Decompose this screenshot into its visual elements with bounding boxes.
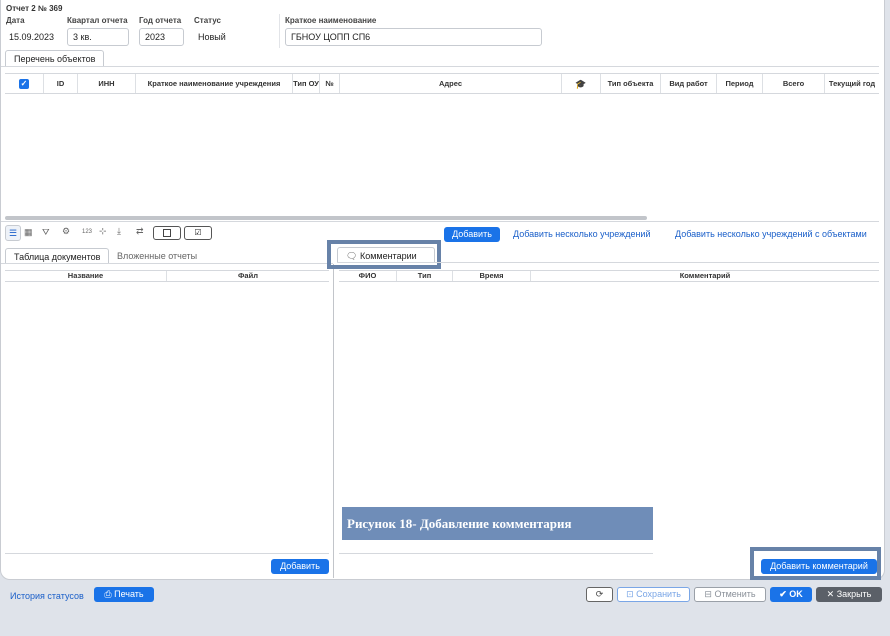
status-value: Новый <box>198 32 226 42</box>
docs-tab-underline <box>1 263 333 264</box>
ok-button[interactable]: ✔ OK <box>770 587 812 602</box>
save-button-label: Сохранить <box>636 589 681 599</box>
figure-caption: Рисунок 18- Добавление комментария <box>342 507 653 540</box>
add-many-objects-link[interactable]: Добавить несколько учреждений с объектам… <box>675 229 867 239</box>
col-fio[interactable]: ФИО <box>339 271 397 281</box>
col-period[interactable]: Период <box>717 74 763 93</box>
report-title: Отчет 2 № 369 <box>6 4 63 13</box>
col-type[interactable]: Тип <box>397 271 453 281</box>
pin-icon[interactable]: ⊹ <box>99 226 107 237</box>
counter-icon[interactable]: 123 <box>82 229 92 235</box>
print-button-label: Печать <box>114 589 144 599</box>
splitter[interactable] <box>333 264 334 578</box>
reload-icon: ⟳ <box>595 589 604 599</box>
shortname-input[interactable]: ГБНОУ ЦОПП СП6 <box>285 28 542 46</box>
col-work-type[interactable]: Вид работ <box>661 74 717 93</box>
cancel-button-label: Отменить <box>714 589 756 599</box>
quarter-select[interactable]: 3 кв. <box>67 28 129 46</box>
close-button[interactable]: ✕ Закрыть <box>816 587 882 602</box>
ok-button-label: OK <box>789 589 803 599</box>
close-icon: ✕ <box>826 589 835 599</box>
reload-button[interactable]: ⟳ <box>586 587 613 602</box>
year-input[interactable]: 2023 <box>139 28 184 46</box>
square-toggle-button[interactable] <box>153 226 181 240</box>
report-dialog: Отчет 2 № 369 Дата 15.09.2023 Квартал от… <box>0 0 885 580</box>
date-value[interactable]: 15.09.2023 <box>9 32 54 42</box>
square-icon <box>163 229 171 237</box>
check-toggle-button[interactable]: ☑ <box>184 226 212 240</box>
cancel-button[interactable]: ⊟ Отменить <box>694 587 766 602</box>
cancel-icon: ⊟ <box>704 589 712 599</box>
col-number[interactable]: № <box>320 74 340 93</box>
checkbox-icon: ☑ <box>194 228 202 237</box>
status-history-link[interactable]: История статусов <box>10 591 84 601</box>
tab-objects[interactable]: Перечень объектов <box>5 50 105 66</box>
objects-table-header: ✓ ID ИНН Краткое наименование учреждения… <box>5 73 879 94</box>
col-comment[interactable]: Комментарий <box>531 271 879 281</box>
objects-scrollbar[interactable] <box>5 216 647 220</box>
tab-comments-label: Комментарии <box>359 251 417 261</box>
col-total[interactable]: Всего <box>763 74 825 93</box>
filter-icon[interactable]: ⛛ <box>42 227 50 238</box>
check-icon: ✔ <box>779 589 787 599</box>
save-button[interactable]: ⊡ Сохранить <box>617 587 690 602</box>
add-comment-button[interactable]: Добавить комментарий <box>761 559 877 574</box>
col-doc-name[interactable]: Название <box>5 271 167 281</box>
col-time[interactable]: Время <box>453 271 531 281</box>
col-ou-type[interactable]: Тип ОУ <box>293 74 320 93</box>
add-institution-button[interactable]: Добавить <box>444 227 500 242</box>
graduation-cap-icon: 🎓 <box>575 78 587 89</box>
save-icon: ⊡ <box>626 589 634 599</box>
add-document-button[interactable]: Добавить <box>271 559 329 574</box>
col-address[interactable]: Адрес <box>340 74 562 93</box>
tab-nested-reports[interactable]: Вложенные отчеты <box>111 248 203 264</box>
select-all-checkbox[interactable]: ✓ <box>19 78 29 89</box>
docs-footer-divider <box>5 553 329 554</box>
docs-table-header: Название Файл <box>5 270 329 282</box>
refresh-icon[interactable]: ⇄ <box>136 226 144 237</box>
date-label: Дата <box>6 16 25 25</box>
list-view-icon[interactable]: ☰ <box>5 225 21 241</box>
status-label: Статус <box>194 16 221 25</box>
comments-icon: 🗨 <box>346 251 358 261</box>
year-label: Год отчета <box>139 16 182 25</box>
tab-docs[interactable]: Таблица документов <box>5 248 110 264</box>
quarter-label: Квартал отчета <box>67 16 128 25</box>
tab-underline <box>1 66 879 67</box>
col-id[interactable]: ID <box>44 74 78 93</box>
shortname-label: Краткое наименование <box>285 16 377 25</box>
window-bottom <box>0 606 890 636</box>
grid-view-icon[interactable]: ▦ <box>24 227 33 238</box>
col-doc-file[interactable]: Файл <box>167 271 329 281</box>
settings-icon[interactable]: ⚙ <box>62 226 70 237</box>
col-cap[interactable]: 🎓 <box>562 74 601 93</box>
close-button-label: Закрыть <box>836 589 872 599</box>
printer-icon: ⎙ <box>104 589 112 599</box>
comments-footer-divider <box>339 553 653 554</box>
col-inn[interactable]: ИНН <box>78 74 136 93</box>
objects-divider <box>1 221 879 222</box>
comments-table-header: ФИО Тип Время Комментарий <box>339 270 879 282</box>
download-icon[interactable]: ⤓ <box>117 226 121 237</box>
col-object-type[interactable]: Тип объекта <box>601 74 661 93</box>
col-current-year[interactable]: Текущий год <box>825 74 879 93</box>
tab-comments[interactable]: 🗨 Комментарии <box>337 247 435 263</box>
print-button[interactable]: ⎙ Печать <box>94 587 154 602</box>
select-all-cell: ✓ <box>5 74 44 93</box>
col-shortname[interactable]: Краткое наименование учреждения <box>136 74 293 93</box>
add-many-link[interactable]: Добавить несколько учреждений <box>513 229 650 239</box>
header-divider <box>279 14 280 48</box>
comments-tab-underline <box>337 262 879 263</box>
